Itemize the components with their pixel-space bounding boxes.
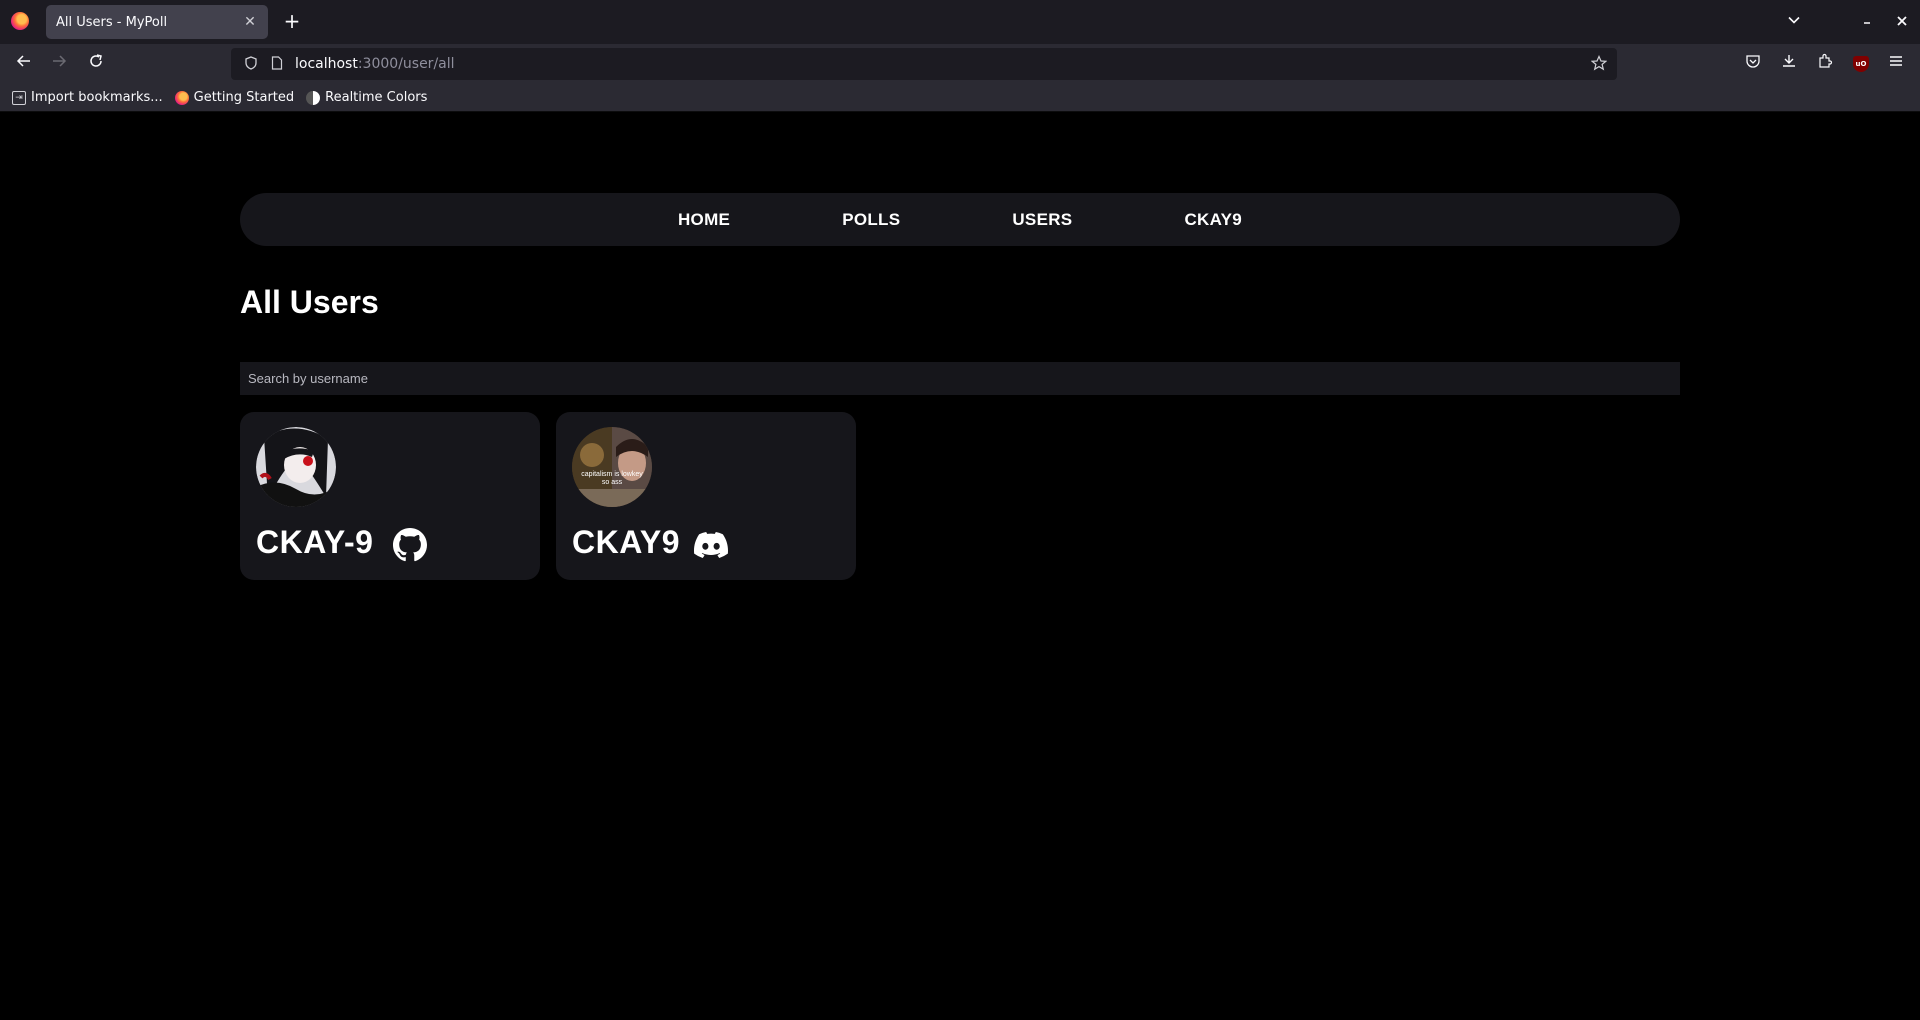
pocket-icon[interactable]: [1741, 52, 1765, 76]
tab-title: All Users - MyPoll: [56, 14, 168, 30]
url-path: :3000/user/all: [357, 56, 455, 72]
page-title: All Users: [240, 284, 379, 320]
bookmark-label: Realtime Colors: [325, 90, 428, 105]
bookmarks-toolbar: ⇥ Import bookmarks... Getting Started Re…: [0, 84, 1920, 112]
avatar: [256, 427, 336, 507]
minimize-icon[interactable]: [1855, 10, 1879, 34]
bookmark-realtime-colors[interactable]: Realtime Colors: [306, 90, 427, 105]
close-window-icon[interactable]: [1890, 10, 1914, 34]
back-icon[interactable]: [12, 52, 36, 76]
browser-tab[interactable]: All Users - MyPoll ✕: [46, 5, 268, 39]
github-icon: [393, 528, 427, 562]
user-card[interactable]: capitalism is lowkey so ass CKAY9: [556, 412, 856, 580]
page-content: HOME POLLS USERS CKAY9 All Users CKAY-9: [0, 112, 1920, 1020]
forward-icon[interactable]: [47, 52, 71, 76]
new-tab-button[interactable]: +: [280, 10, 304, 34]
realtime-colors-icon: [306, 90, 321, 105]
search-input[interactable]: [240, 362, 1680, 395]
url-host: localhost: [295, 56, 358, 72]
nav-link-users[interactable]: USERS: [1012, 210, 1072, 230]
reload-icon[interactable]: [84, 52, 108, 76]
site-navigation: HOME POLLS USERS CKAY9: [240, 193, 1680, 246]
user-name: CKAY9: [572, 524, 681, 560]
menu-icon[interactable]: [1884, 52, 1908, 76]
nav-link-polls[interactable]: POLLS: [842, 210, 900, 230]
bookmark-label: Getting Started: [193, 90, 295, 105]
ublock-origin-icon[interactable]: uO: [1853, 56, 1869, 72]
bookmark-label: Import bookmarks...: [31, 90, 163, 105]
firefox-icon: [174, 90, 189, 105]
page-icon[interactable]: [269, 56, 285, 72]
bookmark-star-icon[interactable]: [1590, 55, 1608, 75]
browser-tab-bar: All Users - MyPoll ✕ +: [0, 0, 1920, 44]
avatar-caption: capitalism is lowkey so ass: [581, 471, 643, 486]
user-card[interactable]: CKAY-9: [240, 412, 540, 580]
import-icon: ⇥: [12, 90, 26, 105]
shield-icon[interactable]: [243, 56, 259, 72]
discord-icon: [693, 528, 729, 562]
extensions-icon[interactable]: [1813, 52, 1837, 76]
avatar: capitalism is lowkey so ass: [572, 427, 652, 507]
firefox-icon[interactable]: [11, 12, 29, 30]
tab-close-icon[interactable]: ✕: [242, 14, 258, 30]
bookmark-import[interactable]: ⇥ Import bookmarks...: [12, 90, 163, 105]
browser-toolbar: localhost:3000/user/all uO: [0, 44, 1920, 84]
bookmark-getting-started[interactable]: Getting Started: [174, 90, 295, 105]
list-all-tabs-icon[interactable]: [1782, 10, 1806, 34]
url-bar[interactable]: localhost:3000/user/all: [231, 48, 1617, 80]
nav-link-profile[interactable]: CKAY9: [1184, 210, 1242, 230]
user-name: CKAY-9: [256, 524, 374, 560]
nav-link-home[interactable]: HOME: [678, 210, 730, 230]
downloads-icon[interactable]: [1777, 52, 1801, 76]
